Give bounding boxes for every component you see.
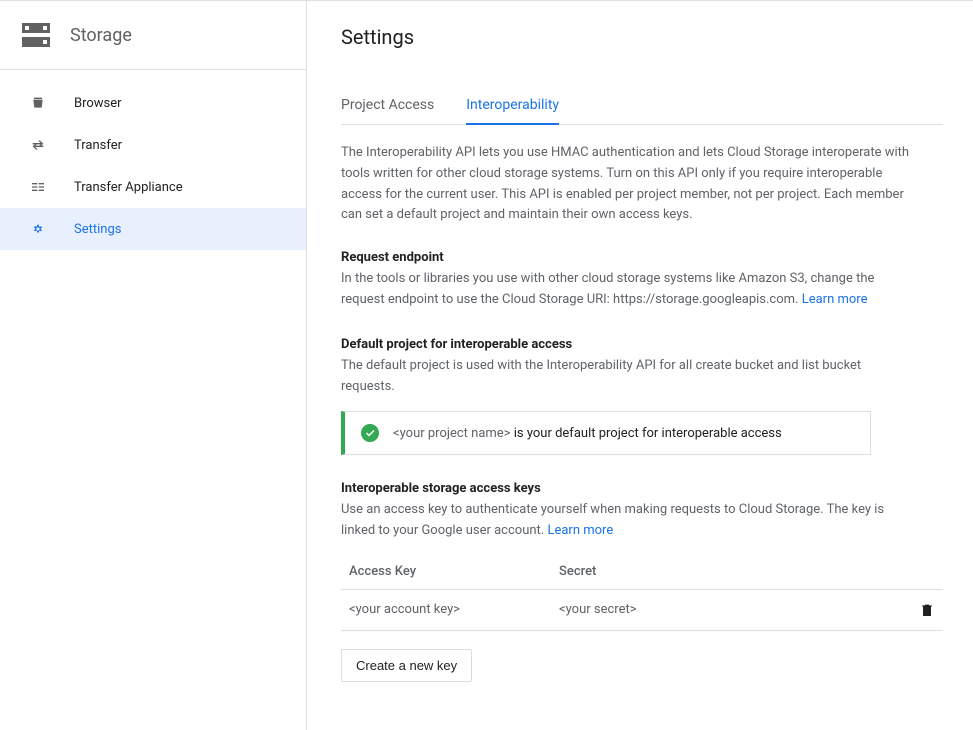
- default-project-text: The default project is used with the Int…: [341, 356, 911, 398]
- keys-text: Use an access key to authenticate yourse…: [341, 500, 911, 542]
- table-header: Access Key Secret: [341, 554, 943, 590]
- transfer-icon: [28, 135, 48, 155]
- sidebar-nav: Browser Transfer Transfer Appliance Sett…: [0, 70, 306, 250]
- create-key-button[interactable]: Create a new key: [341, 649, 472, 682]
- trash-icon: [919, 602, 935, 618]
- section-access-keys: Interoperable storage access keys Use an…: [341, 481, 943, 682]
- main-content: Settings Project Access Interoperability…: [307, 1, 973, 730]
- intro-text: The Interoperability API lets you use HM…: [341, 143, 911, 226]
- storage-icon: [22, 23, 50, 47]
- sidebar-item-label: Transfer: [74, 138, 122, 153]
- sidebar-header: Storage: [0, 1, 306, 70]
- sidebar-item-label: Transfer Appliance: [74, 180, 183, 195]
- tab-project-access[interactable]: Project Access: [341, 87, 434, 125]
- sidebar-item-transfer[interactable]: Transfer: [0, 124, 306, 166]
- keys-learn-more-link[interactable]: Learn more: [547, 523, 613, 538]
- endpoint-text: In the tools or libraries you use with o…: [341, 269, 911, 311]
- default-project-banner: <your project name> is your default proj…: [341, 411, 871, 455]
- endpoint-learn-more-link[interactable]: Learn more: [802, 292, 868, 307]
- sidebar-item-label: Browser: [74, 96, 122, 111]
- banner-text: <your project name> is your default proj…: [393, 426, 782, 441]
- sidebar: Storage Browser Transfer Transfer Applia…: [0, 1, 307, 730]
- gear-icon: [28, 219, 48, 239]
- default-project-heading: Default project for interoperable access: [341, 337, 943, 352]
- endpoint-heading: Request endpoint: [341, 250, 943, 265]
- page-title: Settings: [341, 25, 943, 49]
- section-default-project: Default project for interoperable access…: [341, 337, 943, 456]
- keys-table: Access Key Secret <your account key> <yo…: [341, 554, 943, 631]
- product-title: Storage: [70, 25, 132, 46]
- sidebar-item-transfer-appliance[interactable]: Transfer Appliance: [0, 166, 306, 208]
- tabs: Project Access Interoperability: [341, 87, 943, 125]
- section-request-endpoint: Request endpoint In the tools or librari…: [341, 250, 943, 311]
- col-header-access-key: Access Key: [349, 564, 559, 579]
- bucket-icon: [28, 93, 48, 113]
- check-circle-icon: [361, 424, 379, 442]
- cell-access-key: <your account key>: [349, 602, 559, 617]
- col-header-secret: Secret: [559, 564, 905, 579]
- appliance-icon: [28, 177, 48, 197]
- sidebar-item-label: Settings: [74, 222, 121, 237]
- tab-interoperability[interactable]: Interoperability: [466, 87, 559, 125]
- delete-key-button[interactable]: [919, 602, 935, 618]
- table-row: <your account key> <your secret>: [341, 590, 943, 631]
- cell-secret: <your secret>: [559, 602, 905, 617]
- sidebar-item-browser[interactable]: Browser: [0, 82, 306, 124]
- sidebar-item-settings[interactable]: Settings: [0, 208, 306, 250]
- keys-heading: Interoperable storage access keys: [341, 481, 943, 496]
